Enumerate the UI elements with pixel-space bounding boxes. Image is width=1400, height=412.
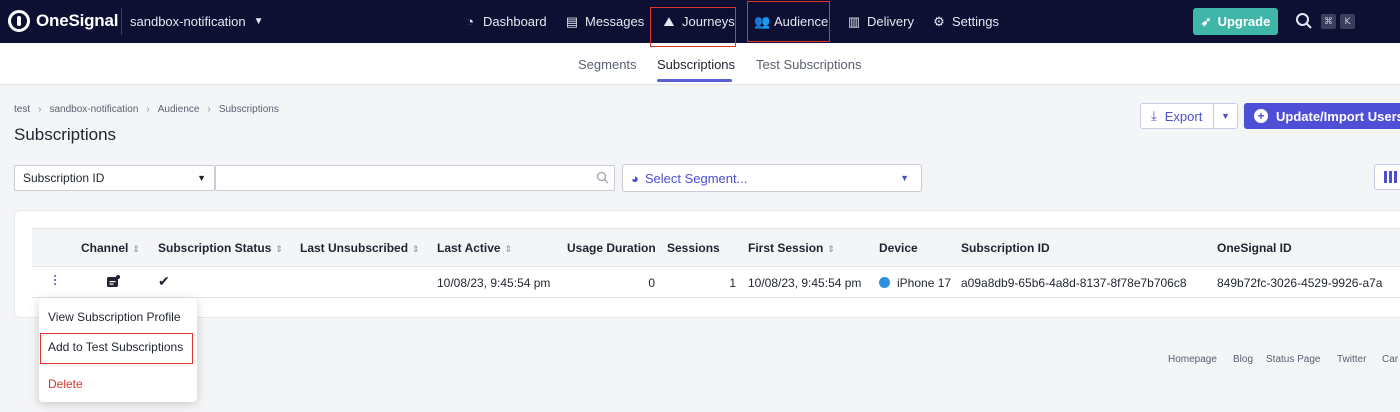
footer-link-homepage[interactable]: Homepage xyxy=(1168,354,1217,365)
highlight-box-add-to-test xyxy=(40,333,193,364)
filter-field-value: Subscription ID xyxy=(23,171,105,185)
active-tab-indicator xyxy=(657,79,732,82)
update-import-users-button[interactable]: + Update/Import Users xyxy=(1244,103,1400,129)
nav-item-settings[interactable]: ⚙ Settings xyxy=(932,0,999,43)
upgrade-button[interactable]: ➶ Upgrade xyxy=(1193,8,1278,35)
pie-chart-icon: ◕ xyxy=(631,170,639,186)
audience-subtabs: Segments Subscriptions Test Subscription… xyxy=(0,43,1400,85)
rocket-icon: ➶ xyxy=(1200,13,1212,29)
caret-down-icon: ▼ xyxy=(900,173,909,183)
column-header-subscription-id[interactable]: Subscription ID xyxy=(961,241,1050,255)
columns-toggle-button[interactable] xyxy=(1374,164,1400,190)
users-icon: 👥 xyxy=(754,13,771,29)
footer-link-twitter[interactable]: Twitter xyxy=(1337,354,1366,365)
column-header-last-unsubscribed[interactable]: Last Unsubscribed ⇕ xyxy=(300,241,420,255)
breadcrumb-item[interactable]: Audience xyxy=(158,104,200,115)
caret-down-icon[interactable]: ▼ xyxy=(1214,111,1237,121)
chat-icon: ▤ xyxy=(565,13,579,29)
cell-device: iPhone 17 xyxy=(897,276,952,290)
filter-field-select[interactable]: Subscription ID ▼ xyxy=(14,165,215,191)
cell-first-session: 10/08/23, 9:45:54 pm xyxy=(748,276,862,290)
nav-item-label: Messages xyxy=(585,14,645,29)
breadcrumb: test › sandbox-notification › Audience ›… xyxy=(14,104,279,115)
footer-link-blog[interactable]: Blog xyxy=(1233,354,1253,365)
export-button[interactable]: ⤓ Export ▼ xyxy=(1140,103,1238,129)
nav-item-audience[interactable]: 👥 Audience xyxy=(746,0,831,43)
cell-onesignal-id[interactable]: 849b72fc-3026-4529-9926-a7a xyxy=(1217,276,1382,290)
breadcrumb-item[interactable]: sandbox-notification xyxy=(49,104,138,115)
plus-circle-icon: + xyxy=(1254,109,1268,123)
column-header-usage-duration[interactable]: Usage Duration xyxy=(567,241,656,255)
export-label: Export xyxy=(1164,108,1203,124)
segment-placeholder: Select Segment... xyxy=(644,170,748,186)
shortcut-key-cmd: ⌘ xyxy=(1321,14,1336,29)
filter-search-input[interactable] xyxy=(215,165,615,191)
tab-test-subscriptions[interactable]: Test Subscriptions xyxy=(756,57,862,72)
app-selector-value: sandbox-notification xyxy=(130,14,246,29)
search-icon xyxy=(596,171,609,184)
highlight-box-subscriptions-tab xyxy=(650,7,736,47)
upgrade-label: Upgrade xyxy=(1217,14,1271,29)
gear-icon: ⚙ xyxy=(933,13,945,29)
menu-item-view-subscription-profile[interactable]: View Subscription Profile xyxy=(48,310,181,324)
nav-divider xyxy=(121,8,122,35)
nav-item-dashboard[interactable]: ◔ Dashboard xyxy=(463,0,547,43)
cell-subscription-id[interactable]: a09a8db9-65b6-4a8d-8137-8f78e7b706c8 xyxy=(961,276,1187,290)
sort-icon: ⇕ xyxy=(412,244,420,254)
import-label: Update/Import Users xyxy=(1276,108,1400,124)
chevron-right-icon: › xyxy=(146,104,150,115)
footer-link-careers[interactable]: Car xyxy=(1382,354,1398,365)
tab-segments[interactable]: Segments xyxy=(578,57,637,72)
row-actions-kebab-icon[interactable] xyxy=(52,275,58,289)
column-header-subscription-status[interactable]: Subscription Status ⇕ xyxy=(158,241,283,255)
nav-item-delivery[interactable]: ▥ Delivery xyxy=(847,0,914,43)
nav-item-label: Dashboard xyxy=(483,14,547,29)
sort-icon: ⇕ xyxy=(827,244,835,254)
sort-icon: ⇕ xyxy=(132,244,140,254)
page-title: Subscriptions xyxy=(14,125,117,144)
footer-link-status-page[interactable]: Status Page xyxy=(1266,354,1320,365)
cell-usage-duration: 0 xyxy=(648,276,655,290)
app-selector[interactable]: sandbox-notification ▼ xyxy=(130,14,264,29)
nav-item-label: Settings xyxy=(952,14,999,29)
chart-icon: ▥ xyxy=(847,13,861,29)
gauge-icon: ◔ xyxy=(466,14,474,29)
cell-last-active: 10/08/23, 9:45:54 pm xyxy=(437,276,551,290)
menu-item-delete[interactable]: Delete xyxy=(48,377,83,391)
nav-item-messages[interactable]: ▤ Messages xyxy=(565,0,644,43)
column-header-onesignal-id[interactable]: OneSignal ID xyxy=(1217,241,1292,255)
chevron-right-icon: › xyxy=(207,104,211,115)
nav-item-label: Delivery xyxy=(867,14,914,29)
brand-name: OneSignal xyxy=(36,11,119,30)
onesignal-logo[interactable]: OneSignal xyxy=(8,10,118,32)
columns-icon xyxy=(1384,171,1387,183)
push-icon xyxy=(107,275,120,287)
export-main[interactable]: ⤓ Export xyxy=(1141,104,1214,128)
column-header-channel[interactable]: Channel ⇕ xyxy=(81,241,140,255)
checkmark-icon: ✔ xyxy=(158,273,170,289)
sort-icon: ⇕ xyxy=(275,244,283,254)
cell-sessions: 1 xyxy=(729,276,736,290)
shortcut-key-k: K xyxy=(1340,14,1355,29)
column-header-last-active[interactable]: Last Active ⇕ xyxy=(437,241,512,255)
caret-down-icon: ▼ xyxy=(197,173,206,183)
onesignal-logo-icon xyxy=(8,10,30,32)
apple-icon xyxy=(879,277,890,288)
breadcrumb-item[interactable]: test xyxy=(14,104,30,115)
segment-select[interactable]: ◕ Select Segment... ▼ xyxy=(622,164,922,192)
search-icon[interactable] xyxy=(1295,12,1313,30)
breadcrumb-item: Subscriptions xyxy=(218,104,279,115)
chevron-right-icon: › xyxy=(38,104,42,115)
column-header-sessions[interactable]: Sessions xyxy=(667,241,720,255)
column-header-device[interactable]: Device xyxy=(879,241,918,255)
column-header-first-session[interactable]: First Session ⇕ xyxy=(748,241,835,255)
nav-item-label: Audience xyxy=(774,14,829,29)
download-icon: ⤓ xyxy=(1151,108,1157,123)
tab-subscriptions[interactable]: Subscriptions xyxy=(657,57,735,72)
sort-icon: ⇕ xyxy=(504,244,513,254)
caret-down-icon: ▼ xyxy=(253,16,264,27)
